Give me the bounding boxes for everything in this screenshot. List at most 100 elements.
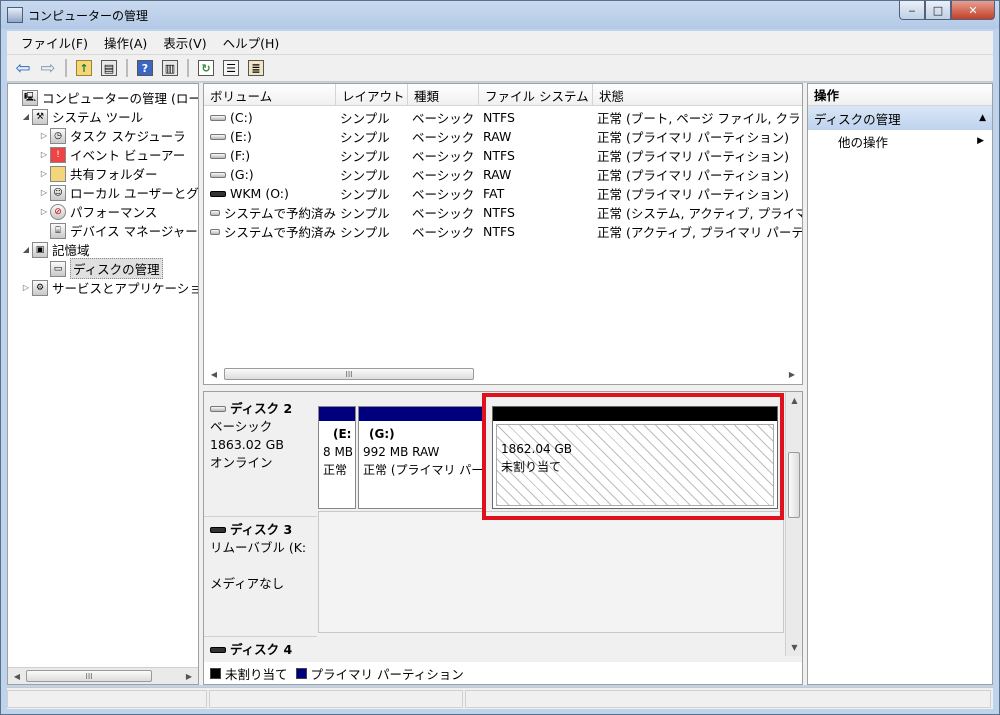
volume-row[interactable]: (G:) シンプル ベーシック RAW 正常 (プライマリ パーティション) — [204, 165, 802, 184]
expand-icon[interactable]: ▷ — [20, 283, 32, 292]
tree-label: 共有フォルダー — [70, 167, 158, 182]
column-status[interactable]: 状態 — [593, 84, 802, 106]
tree-label: システム ツール — [52, 110, 144, 125]
volume-drive-icon — [210, 171, 226, 178]
volume-row[interactable]: WKM (O:) シンプル ベーシック FAT 正常 (プライマリ パーティション) — [204, 184, 802, 203]
cell-volume: (F:) — [206, 146, 336, 165]
maximize-button[interactable]: □ — [925, 1, 951, 20]
disk-3-empty-area — [318, 511, 784, 633]
collapse-icon[interactable]: ◢ — [20, 112, 32, 121]
volume-row[interactable]: (C:) シンプル ベーシック NTFS 正常 (ブート, ページ ファイル, クラ — [204, 108, 802, 127]
up-folder-icon[interactable]: ↑ — [73, 57, 95, 79]
action-other-operations[interactable]: 他の操作 ▶ — [808, 130, 992, 152]
forward-arrow-icon[interactable]: ⇨ — [37, 57, 59, 79]
cell-filesystem: RAW — [479, 165, 593, 184]
partition-unallocated[interactable]: 1862.04 GB 未割り当て — [492, 406, 778, 509]
export-list-icon[interactable]: ≣ — [245, 57, 267, 79]
tree-item-shared-folders[interactable]: ▷ 共有フォルダー — [38, 164, 158, 183]
scroll-left-icon[interactable]: ◀ — [206, 367, 222, 381]
volume-row[interactable]: (E:) シンプル ベーシック RAW 正常 (プライマリ パーティション) — [204, 127, 802, 146]
disk-2-info[interactable]: ディスク 2 ベーシック 1863.02 GB オンライン — [204, 396, 317, 504]
collapse-up-icon[interactable]: ▲ — [979, 113, 986, 123]
tree-item-disk-management[interactable]: ▭ ディスクの管理 — [50, 258, 163, 279]
expand-icon[interactable]: ▷ — [38, 188, 50, 197]
disk-pane-vertical-scrollbar[interactable]: ▲ ▼ — [785, 392, 802, 656]
help-icon[interactable]: ? — [134, 57, 156, 79]
column-layout[interactable]: レイアウト — [336, 84, 408, 106]
cell-type: ベーシック — [408, 165, 479, 184]
expand-icon[interactable]: ▷ — [38, 169, 50, 178]
cell-status-text: 正常 (アクティブ, プライマリ パーテ — [597, 225, 803, 240]
tree-item-task-scheduler[interactable]: ▷ ◷ タスク スケジューラ — [38, 126, 186, 145]
disk-4-info[interactable]: ディスク 4 — [204, 636, 317, 662]
cell-layout: シンプル — [336, 127, 408, 146]
menu-view[interactable]: 表示(V) — [155, 33, 214, 52]
disk-3-info[interactable]: ディスク 3 リムーバブル (K: メディアなし — [204, 516, 317, 628]
cell-layout-text: シンプル — [340, 225, 390, 240]
tree-item-root[interactable]: 🖳 コンピューターの管理 (ローカ — [10, 88, 198, 107]
tree-item-local-users[interactable]: ▷ ☺ ローカル ユーザーとグ — [38, 183, 198, 202]
show-hide-action-pane-icon[interactable]: ▥ — [159, 57, 181, 79]
column-filesystem[interactable]: ファイル システム — [479, 84, 593, 106]
cell-status-text: 正常 (プライマリ パーティション) — [597, 130, 789, 145]
computer-icon: 🖳 — [22, 89, 38, 106]
scroll-left-icon[interactable]: ◀ — [9, 669, 25, 683]
cell-status-text: 正常 (プライマリ パーティション) — [597, 187, 789, 202]
cell-type-text: ベーシック — [412, 149, 475, 164]
partition-g[interactable]: (G:) 992 MB RAW 正常 (プライマリ パー — [358, 406, 486, 509]
cell-volume-text: (G:) — [230, 167, 254, 182]
expand-icon[interactable]: ▷ — [38, 131, 50, 140]
title-bar[interactable]: コンピューターの管理 ‒ □ ✕ — [1, 1, 999, 29]
volume-row[interactable]: (F:) シンプル ベーシック NTFS 正常 (プライマリ パーティション) — [204, 146, 802, 165]
cell-filesystem-text: NTFS — [483, 110, 515, 125]
close-button[interactable]: ✕ — [951, 1, 995, 20]
tree-item-event-viewer[interactable]: ▷ ! イベント ビューアー — [38, 145, 185, 164]
scroll-right-icon[interactable]: ▶ — [784, 367, 800, 381]
properties-icon[interactable]: ☰ — [220, 57, 242, 79]
scroll-thumb[interactable] — [788, 452, 800, 518]
storage-icon: ▣ — [32, 241, 48, 258]
scroll-down-icon[interactable]: ▼ — [787, 640, 802, 655]
toolbar-separator — [65, 59, 67, 77]
computer-management-window: コンピューターの管理 ‒ □ ✕ ファイル(F) 操作(A) 表示(V) ヘルプ… — [0, 0, 1000, 715]
partition-status: 未割り当て — [501, 460, 562, 474]
cell-filesystem-text: RAW — [483, 129, 512, 144]
scroll-up-icon[interactable]: ▲ — [787, 393, 802, 408]
expand-icon[interactable]: ▷ — [38, 207, 50, 216]
tree-item-performance[interactable]: ▷ ⊘ パフォーマンス — [38, 202, 157, 221]
scroll-thumb[interactable]: III — [26, 670, 152, 682]
disk-type: リムーバブル (K: — [210, 540, 307, 555]
back-arrow-icon[interactable]: ⇦ — [12, 57, 34, 79]
status-segment — [209, 690, 463, 708]
cell-type-text: ベーシック — [412, 111, 475, 126]
cell-volume: (E:) — [206, 127, 336, 146]
tree-item-storage[interactable]: ◢ ▣ 記憶域 — [20, 240, 90, 259]
menu-file[interactable]: ファイル(F) — [13, 33, 96, 52]
actions-section-disk-management[interactable]: ディスクの管理 ▲ — [808, 106, 992, 130]
tree-item-system-tools[interactable]: ◢ ⚒ システム ツール — [20, 107, 143, 126]
partition-e[interactable]: (E: 8 MB 正常 — [318, 406, 356, 509]
menu-action[interactable]: 操作(A) — [96, 33, 155, 52]
column-volume[interactable]: ボリューム — [204, 84, 336, 106]
volume-row[interactable]: システムで予約済み シンプル ベーシック NTFS 正常 (アクティブ, プライマリ パ… — [204, 222, 803, 241]
cell-layout: シンプル — [336, 203, 408, 222]
volume-row[interactable]: システムで予約済み シンプル ベーシック NTFS 正常 (システム, アクティブ, プ… — [204, 203, 802, 222]
cell-volume-text: システムで予約済み — [223, 206, 336, 221]
volume-list-horizontal-scrollbar[interactable]: ◀ III ▶ — [204, 366, 802, 383]
partition-title: (E: — [333, 427, 352, 441]
expand-icon[interactable]: ▷ — [38, 150, 50, 159]
scroll-thumb[interactable]: III — [224, 368, 474, 380]
tree-item-device-manager[interactable]: ⌸ デバイス マネージャー — [50, 221, 198, 240]
column-type[interactable]: 種類 — [408, 84, 479, 106]
tree-item-services-apps[interactable]: ▷ ⚙ サービスとアプリケーショ — [20, 278, 198, 297]
collapse-icon[interactable]: ◢ — [20, 245, 32, 254]
show-hide-tree-icon[interactable]: ▤ — [98, 57, 120, 79]
removable-disk-icon — [210, 647, 226, 653]
refresh-icon[interactable]: ↻ — [195, 57, 217, 79]
scroll-right-icon[interactable]: ▶ — [181, 669, 197, 683]
tree-horizontal-scrollbar[interactable]: ◀ III ▶ — [8, 667, 198, 684]
menu-help[interactable]: ヘルプ(H) — [215, 33, 288, 52]
cell-volume: システムで予約済み — [206, 203, 336, 222]
minimize-button[interactable]: ‒ — [899, 1, 925, 20]
cell-volume-text: システムで予約済み — [223, 225, 336, 240]
